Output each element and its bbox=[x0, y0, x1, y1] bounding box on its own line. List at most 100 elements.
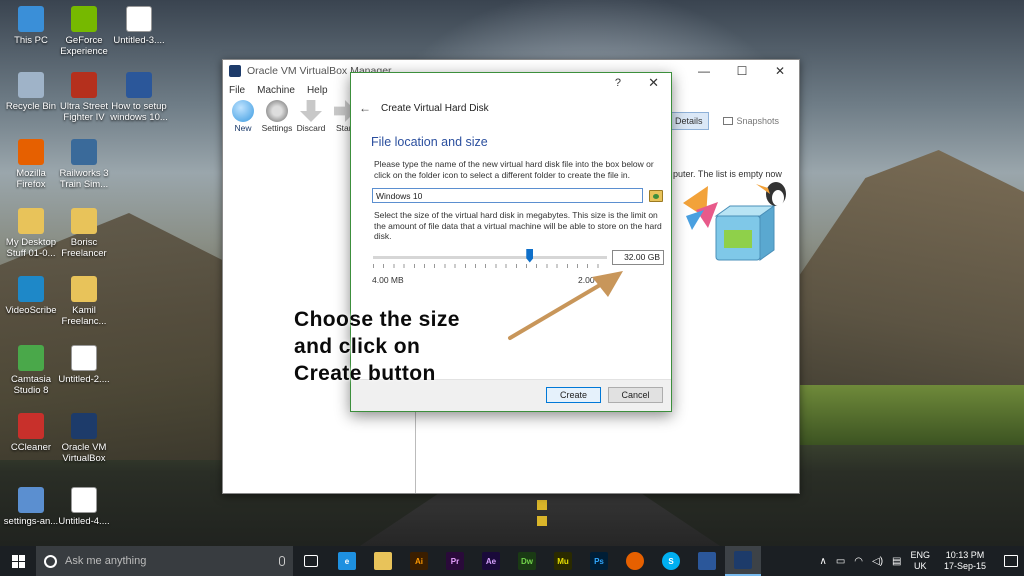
back-arrow-icon[interactable]: ← bbox=[359, 101, 371, 115]
videoscribe-icon bbox=[18, 276, 44, 302]
road-marking bbox=[537, 516, 547, 526]
desktop-icon[interactable]: Kamil Freelanc... bbox=[55, 276, 113, 327]
clock[interactable]: 10:13 PM 17-Sep-15 bbox=[939, 550, 991, 572]
desktop-icon-label: settings-an... bbox=[3, 516, 59, 527]
settings-label: Settings bbox=[261, 123, 293, 133]
desktop-icon[interactable]: Mozilla Firefox bbox=[2, 139, 60, 190]
size-instructions: Select the size of the virtual hard disk… bbox=[374, 210, 662, 241]
desktop-icon[interactable]: Recycle Bin bbox=[2, 72, 60, 112]
file-name-input[interactable] bbox=[372, 188, 643, 203]
desktop-icon[interactable]: How to setup windows 10... bbox=[110, 72, 168, 123]
desktop-icon[interactable]: CCleaner bbox=[2, 413, 60, 453]
new-button[interactable]: New bbox=[226, 99, 260, 137]
desktop-icon[interactable]: Borisc Freelancer bbox=[55, 208, 113, 259]
desktop-icon-label: CCleaner bbox=[10, 442, 52, 453]
desktop-icon-label: Recycle Bin bbox=[5, 101, 57, 112]
annotation-line-1: Choose the size bbox=[294, 308, 460, 331]
dialog-header: ← Create Virtual Hard Disk bbox=[351, 95, 671, 121]
untitled-file-icon bbox=[71, 487, 97, 513]
dialog-title-bar[interactable]: ? ✕ bbox=[351, 73, 671, 95]
taskbar: Ask me anything e Ai Pr Ae Dw Mu Ps S ∧ ▭ ◠ ◁) … bbox=[0, 546, 1024, 576]
taskbar-app[interactable]: Mu bbox=[545, 546, 581, 576]
desktop-icon[interactable]: GeForce Experience bbox=[55, 6, 113, 57]
desktop-icon[interactable]: Untitled-4.... bbox=[55, 487, 113, 527]
desktop-icon[interactable]: Oracle VM VirtualBox bbox=[55, 413, 113, 464]
create-button[interactable]: Create bbox=[546, 387, 601, 403]
desktop-icon[interactable]: Untitled-2.... bbox=[55, 345, 113, 385]
task-view-icon bbox=[304, 555, 318, 567]
desktop-icon[interactable]: Railworks 3 Train Sim... bbox=[55, 139, 113, 190]
desktop-icon[interactable]: Untitled-3.... bbox=[110, 6, 168, 46]
menu-help[interactable]: Help bbox=[307, 85, 328, 96]
discard-arrow-icon bbox=[300, 100, 322, 122]
language-label: ENG bbox=[910, 550, 930, 560]
untitled-file-icon bbox=[71, 345, 97, 371]
discard-button[interactable]: Discard bbox=[294, 99, 328, 137]
desktop-icon-label: This PC bbox=[14, 35, 48, 46]
taskbar-app[interactable]: Ae bbox=[473, 546, 509, 576]
taskbar-app[interactable]: Ps bbox=[581, 546, 617, 576]
firefox-icon bbox=[18, 139, 44, 165]
this-pc-icon bbox=[18, 6, 44, 32]
start-button[interactable] bbox=[0, 546, 36, 576]
dialog-close-button[interactable]: ✕ bbox=[648, 75, 659, 91]
size-slider-track[interactable] bbox=[373, 255, 607, 259]
taskbar-app[interactable]: e bbox=[329, 546, 365, 576]
menu-machine[interactable]: Machine bbox=[257, 85, 295, 96]
cancel-button[interactable]: Cancel bbox=[608, 387, 663, 403]
network-icon[interactable]: ◠ bbox=[854, 556, 863, 567]
folder-icon bbox=[18, 208, 44, 234]
desktop-icon[interactable]: VideoScribe bbox=[2, 276, 60, 316]
desktop-icon[interactable]: Ultra Street Fighter IV bbox=[55, 72, 113, 123]
taskbar-app[interactable]: Ai bbox=[401, 546, 437, 576]
microphone-icon[interactable] bbox=[279, 556, 285, 566]
road-marking bbox=[537, 500, 547, 510]
taskbar-app[interactable] bbox=[725, 546, 761, 576]
battery-icon[interactable]: ▭ bbox=[836, 556, 845, 567]
file-location-instructions: Please type the name of the new virtual … bbox=[374, 159, 654, 180]
taskbar-app[interactable] bbox=[365, 546, 401, 576]
desktop-icon-label: Borisc Freelancer bbox=[61, 237, 107, 259]
clock-date: 17-Sep-15 bbox=[943, 561, 987, 571]
desktop-icon[interactable]: Camtasia Studio 8 bbox=[2, 345, 60, 396]
untitled-file-icon bbox=[126, 6, 152, 32]
word-doc-icon bbox=[698, 552, 716, 570]
discard-label: Discard bbox=[296, 123, 326, 133]
desktop-icon[interactable]: This PC bbox=[2, 6, 60, 46]
window-controls: — ☐ ✕ bbox=[685, 60, 799, 82]
taskbar-apps: e Ai Pr Ae Dw Mu Ps S bbox=[293, 546, 761, 576]
taskbar-app[interactable] bbox=[617, 546, 653, 576]
taskbar-app[interactable] bbox=[293, 546, 329, 576]
taskbar-app[interactable] bbox=[689, 546, 725, 576]
desktop-icon-label: VideoScribe bbox=[5, 305, 57, 316]
minimize-button[interactable]: — bbox=[685, 60, 723, 82]
settings-button[interactable]: Settings bbox=[260, 99, 294, 137]
taskbar-app[interactable]: S bbox=[653, 546, 689, 576]
recycle-bin-icon bbox=[18, 72, 44, 98]
close-button[interactable]: ✕ bbox=[761, 60, 799, 82]
chevron-up-icon[interactable]: ∧ bbox=[819, 556, 826, 567]
desktop-icon-label: Ultra Street Fighter IV bbox=[59, 101, 109, 123]
desktop-icon-label: GeForce Experience bbox=[60, 35, 108, 57]
photoshop-icon: Ps bbox=[590, 552, 608, 570]
volume-icon[interactable]: ◁) bbox=[872, 556, 883, 567]
folder-icon[interactable] bbox=[649, 189, 663, 202]
menu-file[interactable]: File bbox=[229, 85, 245, 96]
message-icon[interactable]: ▤ bbox=[892, 556, 901, 567]
view-tabs: Details Snapshots bbox=[654, 112, 785, 130]
desktop-icon[interactable]: My Desktop Stuff 01-0... bbox=[2, 208, 60, 259]
action-center-icon[interactable] bbox=[1004, 555, 1018, 567]
desktop-icon-label: My Desktop Stuff 01-0... bbox=[5, 237, 57, 259]
size-value-field[interactable]: 32.00 GB bbox=[612, 249, 664, 265]
language-indicator[interactable]: ENG UK bbox=[910, 550, 930, 572]
taskbar-app[interactable]: Dw bbox=[509, 546, 545, 576]
taskbar-app[interactable]: Pr bbox=[437, 546, 473, 576]
search-placeholder: Ask me anything bbox=[65, 555, 147, 567]
size-slider-thumb[interactable] bbox=[526, 248, 534, 263]
help-button[interactable]: ? bbox=[615, 77, 621, 89]
maximize-button[interactable]: ☐ bbox=[723, 60, 761, 82]
document-icon bbox=[126, 72, 152, 98]
snapshots-tab[interactable]: Snapshots bbox=[717, 112, 785, 130]
cortana-search-box[interactable]: Ask me anything bbox=[36, 546, 293, 576]
desktop-icon[interactable]: settings-an... bbox=[2, 487, 60, 527]
